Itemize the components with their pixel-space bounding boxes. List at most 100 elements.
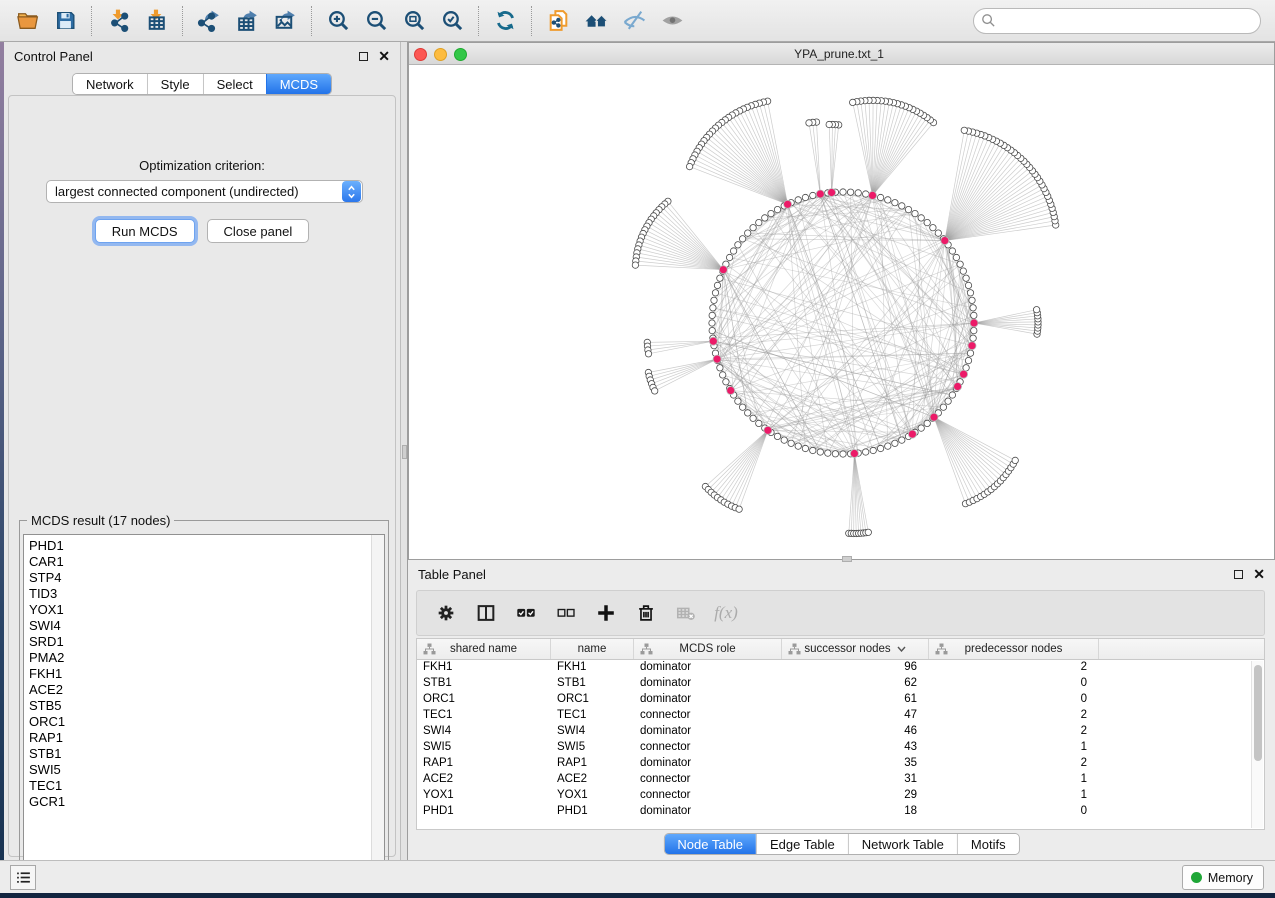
table-cell: 2 [929, 724, 1099, 740]
columns-icon[interactable] [469, 596, 503, 630]
window-close-icon[interactable] [414, 48, 427, 61]
tab-node-table[interactable]: Node Table [664, 834, 756, 854]
table-cell: ACE2 [417, 772, 551, 788]
column-header-predecessor-nodes[interactable]: predecessor nodes [929, 639, 1099, 659]
table-row[interactable]: PHD1PHD1dominator180 [417, 804, 1264, 820]
list-item[interactable]: SWI4 [29, 618, 384, 634]
zoom-in-icon[interactable] [319, 5, 357, 37]
list-item[interactable]: GCR1 [29, 794, 384, 810]
list-item[interactable]: ACE2 [29, 682, 384, 698]
import-network-icon[interactable] [99, 5, 137, 37]
table-row[interactable]: TEC1TEC1connector472 [417, 708, 1264, 724]
control-panel-tabs: NetworkStyleSelectMCDS [72, 73, 332, 95]
delete-table-icon [669, 596, 703, 630]
list-item[interactable]: SWI5 [29, 762, 384, 778]
optimization-criterion-select[interactable]: largest connected component (undirected) [46, 180, 363, 203]
refresh-icon[interactable] [486, 5, 524, 37]
clone-network-icon[interactable] [539, 5, 577, 37]
table-cell: connector [634, 740, 782, 756]
tab-style[interactable]: Style [147, 74, 203, 94]
select-all-icon[interactable] [509, 596, 543, 630]
tab-mcds[interactable]: MCDS [266, 74, 331, 94]
tab-motifs[interactable]: Motifs [957, 834, 1019, 854]
list-item[interactable]: FKH1 [29, 666, 384, 682]
network-titlebar: YPA_prune.txt_1 [409, 43, 1274, 65]
float-panel-icon[interactable] [359, 52, 368, 61]
table-panel-title: Table Panel [418, 567, 486, 582]
table-cell: 1 [929, 772, 1099, 788]
export-table-icon[interactable] [228, 5, 266, 37]
zoom-selected-icon[interactable] [433, 5, 471, 37]
export-image-icon[interactable] [266, 5, 304, 37]
panel-menu-button[interactable] [10, 865, 36, 890]
open-file-icon[interactable] [8, 5, 46, 37]
list-item[interactable]: TID3 [29, 586, 384, 602]
table-scrollbar-thumb[interactable] [1254, 665, 1262, 761]
zoom-fit-icon[interactable] [395, 5, 433, 37]
delete-icon[interactable] [629, 596, 663, 630]
column-label: MCDS role [679, 643, 735, 655]
list-item[interactable]: TEC1 [29, 778, 384, 794]
table-cell: dominator [634, 756, 782, 772]
list-item[interactable]: YOX1 [29, 602, 384, 618]
table-scrollbar[interactable] [1251, 661, 1263, 828]
table-row[interactable]: RAP1RAP1dominator352 [417, 756, 1264, 772]
tab-network-table[interactable]: Network Table [848, 834, 957, 854]
table-row[interactable]: SWI5SWI5connector431 [417, 740, 1264, 756]
column-header-name[interactable]: name [551, 639, 634, 659]
tab-network[interactable]: Network [73, 74, 147, 94]
list-item[interactable]: STB1 [29, 746, 384, 762]
network-canvas[interactable] [409, 65, 1274, 559]
close-table-panel-icon[interactable]: ✕ [1253, 569, 1265, 579]
control-panel: Control Panel ✕ NetworkStyleSelectMCDS O… [4, 42, 400, 860]
column-label: name [578, 643, 607, 655]
table-row[interactable]: ACE2ACE2connector311 [417, 772, 1264, 788]
run-mcds-button[interactable]: Run MCDS [95, 219, 195, 243]
table-cell: STB1 [551, 676, 634, 692]
list-scrollbar[interactable] [371, 535, 384, 887]
export-network-icon[interactable] [190, 5, 228, 37]
save-session-icon[interactable] [46, 5, 84, 37]
column-header-shared-name[interactable]: shared name [417, 639, 551, 659]
tab-edge-table[interactable]: Edge Table [756, 834, 848, 854]
memory-button[interactable]: Memory [1182, 865, 1264, 890]
table-row[interactable]: STB1STB1dominator620 [417, 676, 1264, 692]
list-item[interactable]: CAR1 [29, 554, 384, 570]
list-item[interactable]: STB5 [29, 698, 384, 714]
close-panel-icon[interactable]: ✕ [378, 51, 390, 61]
table-cell: FKH1 [551, 660, 634, 676]
list-item[interactable]: PMA2 [29, 650, 384, 666]
search-field [973, 8, 1261, 34]
add-column-icon[interactable] [589, 596, 623, 630]
table-row[interactable]: SWI4SWI4dominator462 [417, 724, 1264, 740]
import-table-icon[interactable] [137, 5, 175, 37]
table-row[interactable]: ORC1ORC1dominator610 [417, 692, 1264, 708]
float-table-panel-icon[interactable] [1234, 570, 1243, 579]
search-input[interactable] [973, 8, 1261, 34]
splitter-handle[interactable] [402, 445, 407, 459]
column-header-MCDS-role[interactable]: MCDS role [634, 639, 782, 659]
list-item[interactable]: STP4 [29, 570, 384, 586]
vertical-splitter[interactable] [400, 42, 408, 860]
deselect-all-icon[interactable] [549, 596, 583, 630]
list-item[interactable]: RAP1 [29, 730, 384, 746]
window-zoom-icon[interactable] [454, 48, 467, 61]
column-header-successor-nodes[interactable]: successor nodes [782, 639, 929, 659]
list-item[interactable]: ORC1 [29, 714, 384, 730]
mcds-result-list[interactable]: PHD1CAR1STP4TID3YOX1SWI4SRD1PMA2FKH1ACE2… [23, 534, 385, 888]
mcds-result-items: PHD1CAR1STP4TID3YOX1SWI4SRD1PMA2FKH1ACE2… [24, 535, 384, 810]
window-minimize-icon[interactable] [434, 48, 447, 61]
list-item[interactable]: SRD1 [29, 634, 384, 650]
column-label: successor nodes [804, 643, 890, 655]
list-item[interactable]: PHD1 [29, 538, 384, 554]
table-row[interactable]: YOX1YOX1connector291 [417, 788, 1264, 804]
close-panel-button[interactable]: Close panel [207, 219, 310, 243]
gear-icon[interactable] [429, 596, 463, 630]
hide-selected-icon[interactable] [615, 5, 653, 37]
first-neighbors-icon[interactable] [577, 5, 615, 37]
tab-select[interactable]: Select [203, 74, 266, 94]
list-menu-icon [15, 869, 32, 886]
zoom-out-icon[interactable] [357, 5, 395, 37]
table-panel-header: Table Panel ✕ [408, 560, 1275, 588]
table-row[interactable]: FKH1FKH1dominator962 [417, 660, 1264, 676]
